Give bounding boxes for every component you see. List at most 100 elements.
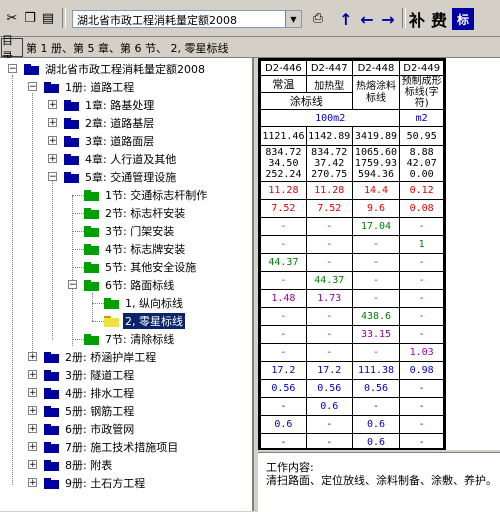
print-icon[interactable]: ⎙ [308,7,328,29]
collapse-toggle[interactable]: − [48,172,57,182]
consumption-cell: - [305,433,353,448]
expand-toggle[interactable]: + [28,352,37,362]
tree-node-label: 2节: 标志杆安装 [105,207,186,220]
labor-cost: 834.72 [265,147,302,158]
consumption-cell: - [305,415,353,434]
consumption-cell: 0.56 [351,379,401,398]
tree-node-book[interactable]: 3册: 隧道工程 [44,366,136,384]
tree-node-label: 7册: 施工技术措施项目 [65,441,179,454]
up-arrow-icon[interactable]: ↑ [336,9,356,29]
collapse-toggle[interactable]: − [28,82,37,92]
tree-node-book[interactable]: 4册: 排水工程 [44,384,136,402]
tree-node-label: 6节: 路面标线 [105,279,175,292]
machine-cost: 252.24 [265,169,302,180]
tree-node-item[interactable]: 1, 纵向标线 [104,294,185,312]
left-arrow-icon[interactable]: ← [357,9,377,29]
tree-node-chapter[interactable]: 1章: 路基处理 [64,96,156,114]
collapse-toggle[interactable]: − [8,64,17,74]
quota-tree[interactable]: − 湖北省市政工程消耗量定额2008 − 1册: 道路工程 + 1章: 路基处理… [0,58,254,511]
tree-node-label: 3章: 道路面层 [85,135,155,148]
right-arrow-icon[interactable]: → [378,9,398,29]
consumption-row[interactable]: ---1 [260,235,444,254]
tree-node-section[interactable]: 2节: 标志杆安装 [84,204,187,222]
consumption-row[interactable]: -44.37- - [260,271,444,290]
consumption-row[interactable]: 11.28 11.28 14.4 0.12 [260,181,444,200]
chevron-down-icon[interactable]: ▼ [285,11,301,27]
folder-open-icon [104,315,119,327]
expand-toggle[interactable]: + [28,460,37,470]
tree-node-section[interactable]: 1节: 交通标志杆制作 [84,186,209,204]
tree-node-chapter[interactable]: 3章: 道路面层 [64,132,156,150]
consumption-cell: 1.48 [260,289,307,308]
copy-icon[interactable]: ❐ [20,7,40,29]
consumption-row[interactable]: 0.56 0.56 0.56- [260,379,444,398]
tree-node-book[interactable]: 2册: 桥涵护岸工程 [44,348,158,366]
expand-toggle[interactable]: + [48,136,57,146]
tree-node-section[interactable]: 3节: 门架安装 [84,222,176,240]
expand-toggle[interactable]: + [28,442,37,452]
collapse-toggle[interactable]: − [68,280,77,290]
consumption-cell: 0.08 [399,199,444,218]
expand-toggle[interactable]: + [48,118,57,128]
folder-icon [84,243,99,255]
consumption-row[interactable]: 44.37- - - [260,253,444,272]
expand-toggle[interactable]: + [28,478,37,488]
tree-node-chapter[interactable]: 2章: 道路基层 [64,114,156,132]
tree-node-section[interactable]: 7节: 清除标线 [84,330,176,348]
tree-node-chapter[interactable]: 5章: 交通管理设施 [64,168,178,186]
consumption-cell: - [351,271,401,290]
tree-node-section[interactable]: 5节: 其他安全设施 [84,258,198,276]
consumption-cell: - [305,235,353,254]
consumption-row[interactable]: - - -1.03 [260,343,444,362]
expand-toggle[interactable]: + [28,424,37,434]
tree-node-book[interactable]: 9册: 土石方工程 [44,474,147,492]
consumption-cell: 9.6 [351,199,401,218]
price-components: 834.72 34.50 252.24 [260,145,307,182]
consumption-cell: - [260,217,307,236]
flag-button[interactable]: 标 [452,8,474,30]
tree-node-book[interactable]: 8册: 附表 [44,456,114,474]
consumption-row[interactable]: 7.52 7.52 9.6 0.08 [260,199,444,218]
folder-icon [64,135,79,147]
quota-code[interactable]: D2-448 [351,60,401,76]
consumption-row[interactable]: -0.6- - [260,397,444,416]
consumption-row[interactable]: - -17.04- [260,217,444,236]
consumption-cell: - [305,307,353,326]
supplement-button[interactable]: 补 [406,8,428,30]
expand-toggle[interactable]: + [48,154,57,164]
tree-node-book[interactable]: 6册: 市政管网 [44,420,136,438]
tree-node-section[interactable]: 6节: 路面标线 [84,276,176,294]
expand-toggle[interactable]: + [28,370,37,380]
quota-code[interactable]: D2-449 [399,60,444,76]
consumption-cell: - [351,253,401,272]
fee-button[interactable]: 费 [428,8,450,30]
tree-node-book[interactable]: 1册: 道路工程 [44,78,136,96]
expand-toggle[interactable]: + [28,388,37,398]
consumption-row[interactable]: 0.6-0.6- [260,415,444,434]
quota-grid[interactable]: D2-446 D2-447 D2-448 D2-449 常温 加热型 热熔涂料标… [258,58,446,450]
scissors-icon[interactable]: ✂ [2,7,22,29]
consumption-row[interactable]: 17.2 17.2 111.38 0.98 [260,361,444,380]
consumption-row[interactable]: 1.48 1.73- - [260,289,444,308]
tree-node-book[interactable]: 5册: 钢筋工程 [44,402,136,420]
consumption-row[interactable]: - -33.15- [260,325,444,344]
consumption-cell: 0.56 [305,379,353,398]
expand-toggle[interactable]: + [28,406,37,416]
quota-code[interactable]: D2-446 [260,60,307,76]
consumption-row[interactable]: - -0.6- [260,433,444,448]
tree-node-root[interactable]: 湖北省市政工程消耗量定额2008 [24,60,207,78]
consumption-row[interactable]: - -438.6- [260,307,444,326]
quota-book-select[interactable]: 湖北省市政工程消耗量定额2008 ▼ [72,10,302,28]
consumption-cell: 0.6 [351,433,401,448]
directory-button[interactable]: 目录 [1,34,23,63]
consumption-cell: - [399,289,444,308]
tree-node-chapter[interactable]: 4章: 人行道及其他 [64,150,178,168]
paste-icon[interactable]: ▤ [38,7,58,29]
tree-node-book[interactable]: 7册: 施工技术措施项目 [44,438,180,456]
quota-code[interactable]: D2-447 [305,60,353,76]
folder-icon [44,423,59,435]
expand-toggle[interactable]: + [48,100,57,110]
tree-node-section[interactable]: 4节: 标志牌安装 [84,240,187,258]
tree-node-item-selected[interactable]: 2, 零星标线 [104,312,185,330]
folder-icon [44,441,59,453]
